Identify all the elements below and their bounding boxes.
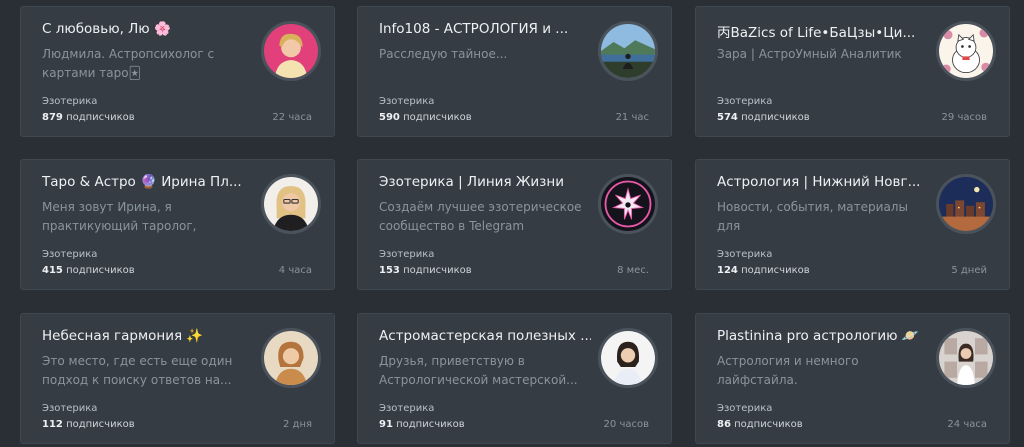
pink-star-emblem-icon <box>601 177 655 231</box>
subscriber-count: 124 подписчиков <box>717 265 810 276</box>
channel-card[interactable]: 丙BaZics of Life•БаЦзы•Ци... Зара | Астро… <box>695 6 1010 137</box>
channel-description: Зара | АстроУмный Аналитик <box>717 47 902 61</box>
channel-card[interactable]: Эзотерика | Линия Жизни Создаём лучшее э… <box>357 159 672 290</box>
channel-category: Эзотерика <box>717 96 773 107</box>
channel-title[interactable]: Эзотерика | Линия Жизни <box>379 174 591 190</box>
flower-emoji-icon: 🌸 <box>153 21 171 37</box>
channel-category: Эзотерика <box>42 403 98 414</box>
channel-title[interactable]: Plastinina pro астрологию 🪐 <box>717 328 929 344</box>
woman-pink-background-icon <box>264 24 318 78</box>
channel-description: Новости, события, материалы для астролог… <box>717 200 908 233</box>
last-post-time: 21 час <box>615 112 649 123</box>
planet-emoji-icon: 🪐 <box>901 328 919 344</box>
channel-category: Эзотерика <box>379 403 435 414</box>
woman-collage-icon <box>939 331 993 385</box>
channel-card[interactable]: Небесная гармония ✨ Это место, где есть … <box>20 313 335 444</box>
channel-category: Эзотерика <box>42 96 98 107</box>
channel-card[interactable]: Info108 - АСТРОЛОГИЯ и ... Расследую тай… <box>357 6 672 137</box>
channel-category: Эзотерика <box>717 403 773 414</box>
channel-avatar[interactable] <box>936 174 996 234</box>
channel-avatar[interactable] <box>261 21 321 81</box>
subscriber-count: 879 подписчиков <box>42 112 135 123</box>
sparkles-emoji-icon: ✨ <box>186 328 204 344</box>
channel-card[interactable]: Plastinina pro астрологию 🪐 Астрология и… <box>695 313 1010 444</box>
channel-card[interactable]: С любовью, Лю 🌸 Людмила. Астропсихолог с… <box>20 6 335 137</box>
lucky-cat-illustration-icon <box>939 24 993 78</box>
last-post-time: 24 часа <box>947 419 987 430</box>
channel-category: Эзотерика <box>379 249 435 260</box>
channel-category: Эзотерика <box>717 249 773 260</box>
channel-title[interactable]: Астрология | Нижний Новг... <box>717 174 929 190</box>
last-post-time: 4 часа <box>278 265 312 276</box>
subscriber-count: 590 подписчиков <box>379 112 472 123</box>
subscriber-count: 112 подписчиков <box>42 419 135 430</box>
last-post-time: 5 дней <box>951 265 987 276</box>
crystal-ball-emoji-icon: 🔮 <box>140 174 157 190</box>
channel-category: Эзотерика <box>379 96 435 107</box>
city-night-skyline-icon <box>939 177 993 231</box>
last-post-time: 29 часов <box>941 112 987 123</box>
woman-beige-portrait-icon <box>264 331 318 385</box>
channel-title[interactable]: Info108 - АСТРОЛОГИЯ и ... <box>379 21 591 37</box>
person-mountain-lake-icon <box>601 24 655 78</box>
woman-blonde-glasses-icon <box>264 177 318 231</box>
channel-description: Меня зовут Ирина, я практикующий таролог… <box>42 200 197 233</box>
subscriber-count: 153 подписчиков <box>379 265 472 276</box>
channel-avatar[interactable] <box>598 21 658 81</box>
last-post-time: 8 мес. <box>617 265 649 276</box>
last-post-time: 22 часа <box>272 112 312 123</box>
channel-avatar[interactable] <box>598 174 658 234</box>
channel-description: Расследую тайное... <box>379 47 508 61</box>
channel-description: Это место, где есть еще один подход к по… <box>42 354 233 387</box>
channel-description: Создаём лучшее эзотерическое сообщество … <box>379 200 582 233</box>
channel-avatar[interactable] <box>936 328 996 388</box>
last-post-time: 2 дня <box>282 419 312 430</box>
channel-category: Эзотерика <box>42 249 98 260</box>
subscriber-count: 91 подписчиков <box>379 419 465 430</box>
channel-title[interactable]: 丙BaZics of Life•БаЦзы•Ци... <box>717 21 929 41</box>
subscriber-count: 86 подписчиков <box>717 419 803 430</box>
channel-description: Астрология и немного лайфстайла. <box>717 354 859 387</box>
channel-card[interactable]: Астрология | Нижний Новг... Новости, соб… <box>695 159 1010 290</box>
channel-avatar[interactable] <box>261 174 321 234</box>
channel-grid: С любовью, Лю 🌸 Людмила. Астропсихолог с… <box>0 0 1024 447</box>
channel-description: Друзья, приветствую в Астрологической ма… <box>379 354 578 387</box>
channel-title[interactable]: С любовью, Лю 🌸 <box>42 21 254 37</box>
channel-card[interactable]: Астромастерская полезных ... Друзья, при… <box>357 313 672 444</box>
channel-title[interactable]: Астромастерская полезных ... <box>379 328 591 344</box>
channel-avatar[interactable] <box>598 328 658 388</box>
channel-card[interactable]: Таро & Астро 🔮 Ирина Пл... Меня зовут Ир… <box>20 159 335 290</box>
channel-title[interactable]: Таро & Астро 🔮 Ирина Пл... <box>42 174 254 190</box>
subscriber-count: 574 подписчиков <box>717 112 810 123</box>
channel-avatar[interactable] <box>261 328 321 388</box>
woman-dark-hair-icon <box>601 331 655 385</box>
channel-avatar[interactable] <box>936 21 996 81</box>
channel-description: Людмила. Астропсихолог с картами таро🃏 <box>42 47 215 80</box>
subscriber-count: 415 подписчиков <box>42 265 135 276</box>
channel-title[interactable]: Небесная гармония ✨ <box>42 328 254 344</box>
last-post-time: 20 часов <box>603 419 649 430</box>
